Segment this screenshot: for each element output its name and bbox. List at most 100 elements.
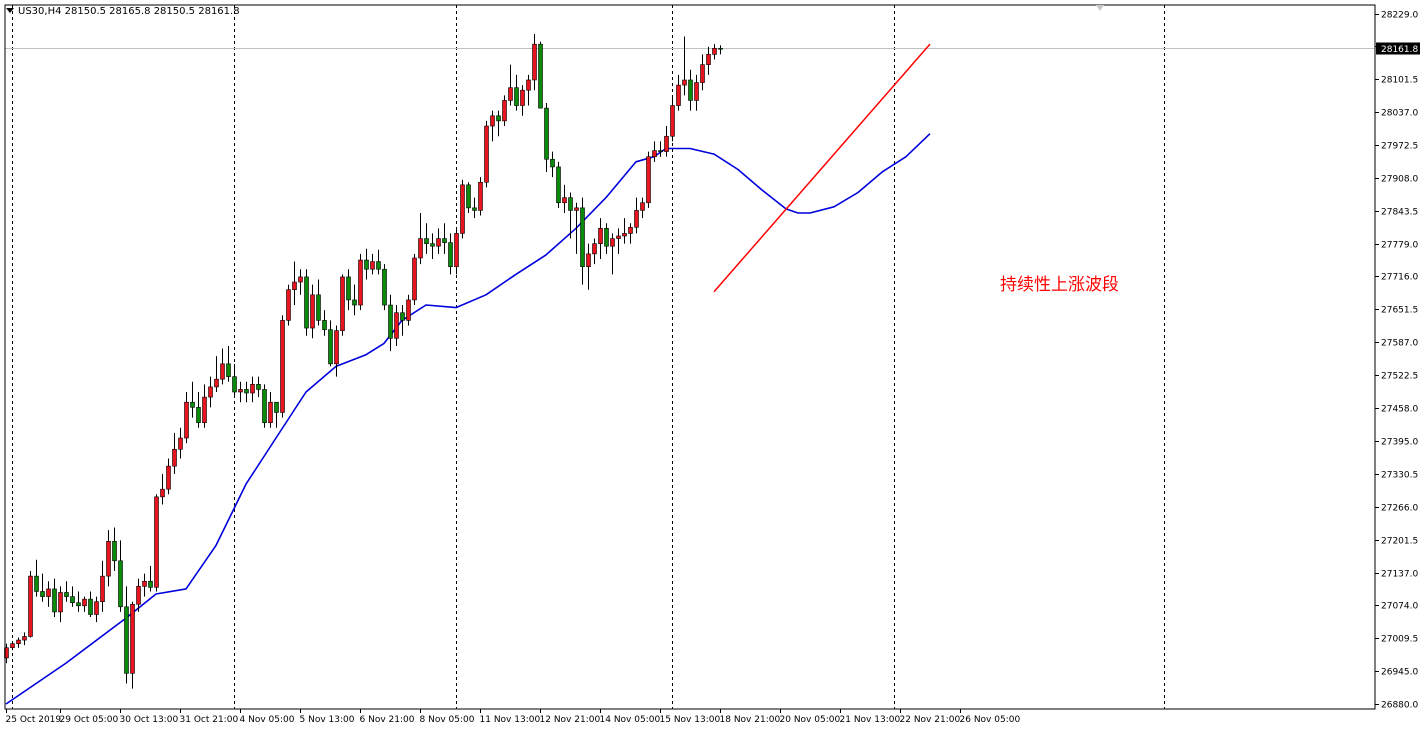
candle-body-45 bbox=[274, 401, 279, 413]
candle-68 bbox=[412, 253, 417, 306]
candle-86 bbox=[520, 85, 525, 116]
candle-body-57 bbox=[346, 276, 351, 301]
candle-12 bbox=[76, 591, 81, 612]
candle-body-43 bbox=[262, 389, 267, 423]
candle-body-103 bbox=[622, 233, 627, 237]
candle-33 bbox=[202, 384, 207, 428]
candle-101 bbox=[610, 233, 615, 275]
candle-body-111 bbox=[670, 105, 675, 137]
scroll-marker-icon[interactable] bbox=[1096, 5, 1104, 11]
candle-body-2 bbox=[16, 639, 21, 644]
candle-106 bbox=[640, 197, 645, 219]
candle-114 bbox=[688, 69, 693, 111]
candle-79 bbox=[478, 177, 483, 216]
candle-46 bbox=[280, 315, 285, 418]
candle-body-38 bbox=[232, 376, 237, 393]
triangle-down-icon[interactable] bbox=[6, 8, 14, 13]
x-tick-label-0: 25 Oct 2019 bbox=[6, 715, 62, 725]
y-tick-label-3: 28037.0 bbox=[1381, 109, 1418, 119]
candle-92 bbox=[556, 161, 561, 208]
candle-8 bbox=[52, 578, 57, 618]
candle-body-69 bbox=[418, 238, 423, 259]
candle-24 bbox=[148, 565, 153, 592]
candle-59 bbox=[358, 253, 363, 311]
candle-104 bbox=[628, 223, 633, 244]
trendline-segment bbox=[713, 43, 931, 293]
candle-body-17 bbox=[106, 541, 111, 577]
candle-body-23 bbox=[142, 580, 147, 587]
candle-64 bbox=[388, 294, 393, 352]
candle-body-47 bbox=[286, 289, 291, 321]
candle-25 bbox=[154, 494, 159, 592]
candle-body-81 bbox=[490, 115, 495, 127]
candle-53 bbox=[322, 310, 327, 336]
candle-62 bbox=[376, 249, 381, 275]
candle-23 bbox=[142, 573, 147, 597]
candle-5 bbox=[34, 559, 39, 597]
y-tick-label-2: 28101.5 bbox=[1381, 76, 1418, 86]
candle-73 bbox=[442, 223, 447, 254]
candle-body-80 bbox=[484, 125, 489, 183]
candle-60 bbox=[364, 248, 369, 280]
candle-body-92 bbox=[556, 166, 561, 204]
candle-body-8 bbox=[52, 588, 57, 613]
candle-26 bbox=[160, 473, 165, 505]
candle-body-9 bbox=[58, 592, 63, 613]
candle-58 bbox=[352, 284, 357, 316]
candle-56 bbox=[340, 274, 345, 336]
candle-11 bbox=[70, 586, 75, 607]
candle-3 bbox=[22, 632, 27, 646]
candle-body-29 bbox=[178, 437, 183, 450]
candle-107 bbox=[646, 151, 651, 208]
candle-body-46 bbox=[280, 320, 285, 413]
candle-17 bbox=[106, 530, 111, 587]
candle-body-51 bbox=[310, 294, 315, 329]
candle-74 bbox=[448, 233, 453, 275]
candle-body-100 bbox=[604, 228, 609, 247]
candle-20 bbox=[124, 586, 129, 684]
candle-85 bbox=[514, 74, 519, 111]
candle-body-70 bbox=[424, 238, 429, 244]
candle-113 bbox=[682, 36, 687, 96]
price-chart[interactable]: 28229.028165.528101.528037.027972.527908… bbox=[0, 0, 1424, 732]
candle-61 bbox=[370, 253, 375, 275]
candle-97 bbox=[586, 243, 591, 290]
candle-body-107 bbox=[646, 156, 651, 204]
candle-body-7 bbox=[46, 588, 51, 597]
candle-4 bbox=[28, 571, 33, 638]
candle-body-49 bbox=[298, 276, 303, 283]
candle-40 bbox=[244, 381, 249, 403]
candle-body-66 bbox=[400, 312, 405, 321]
candle-body-71 bbox=[430, 243, 435, 247]
candle-body-3 bbox=[22, 636, 27, 641]
candle-body-22 bbox=[136, 586, 141, 605]
candle-body-118 bbox=[712, 47, 717, 55]
candle-105 bbox=[634, 197, 639, 234]
candle-body-113 bbox=[682, 79, 687, 86]
candle-body-32 bbox=[196, 407, 201, 423]
candle-48 bbox=[292, 261, 297, 306]
candle-body-64 bbox=[388, 304, 393, 339]
candle-body-99 bbox=[598, 228, 603, 244]
y-tick-label-21: 26880.0 bbox=[1381, 701, 1418, 711]
candle-109 bbox=[658, 141, 663, 157]
x-tick-label-8: 11 Nov 13:00 bbox=[480, 715, 541, 725]
candle-body-94 bbox=[568, 197, 573, 211]
candle-body-83 bbox=[502, 100, 507, 122]
symbol-info-bar: US30,H4 28150.5 28165.8 28150.5 28161.8 bbox=[6, 6, 240, 17]
x-tick-label-1: 29 Oct 05:00 bbox=[60, 715, 119, 725]
candle-118 bbox=[712, 44, 717, 60]
candle-52 bbox=[316, 279, 321, 326]
candle-body-15 bbox=[94, 601, 99, 615]
candle-body-106 bbox=[640, 202, 645, 211]
candle-body-65 bbox=[394, 312, 399, 339]
candle-body-60 bbox=[364, 259, 369, 270]
y-tick-label-15: 27266.0 bbox=[1381, 504, 1418, 514]
x-tick-label-9: 12 Nov 21:00 bbox=[540, 715, 601, 725]
candle-41 bbox=[250, 376, 255, 403]
candle-1 bbox=[10, 641, 15, 651]
x-tick-label-7: 8 Nov 05:00 bbox=[420, 715, 475, 725]
candle-body-105 bbox=[634, 210, 639, 228]
candle-82 bbox=[496, 110, 501, 137]
candle-110 bbox=[664, 126, 669, 157]
